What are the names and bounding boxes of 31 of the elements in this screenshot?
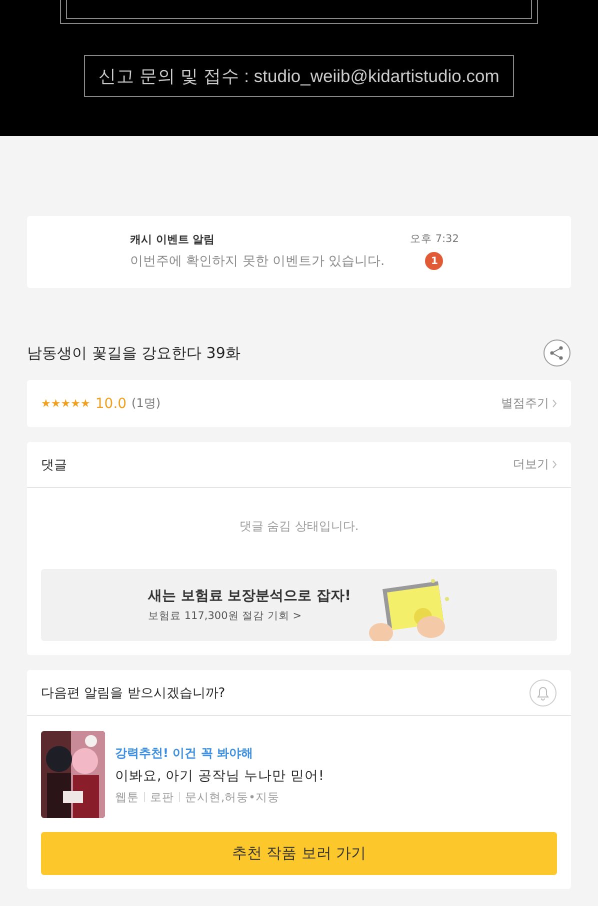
alert-question: 다음편 알림을 받으시겠습니까? xyxy=(41,684,226,702)
rating-score: 10.0 xyxy=(95,396,127,412)
notification-title: 캐시 이벤트 알림 xyxy=(130,232,216,247)
chevron-icon xyxy=(552,399,557,408)
share-icon[interactable] xyxy=(543,339,571,367)
star-icon: ★ xyxy=(70,397,80,410)
recommendation-title[interactable]: 이봐요, 아기 공작님 누나만 믿어! xyxy=(115,766,324,784)
ad-banner[interactable]: 새는 보험료 보장분석으로 잡자! 보험료 117,300원 절감 기회 > xyxy=(41,569,557,641)
episode-title: 남동생이 꽃길을 강요한다 39화 xyxy=(27,344,240,362)
star-icon: ★ xyxy=(41,397,51,410)
star-icon: ★ xyxy=(50,397,61,410)
recommendation-meta: 웹툰 xyxy=(115,790,139,804)
star-icon: ★ xyxy=(60,397,71,410)
contact-notice: 신고 문의 및 접수 : studio_weiib@kidartistudio.com xyxy=(84,55,514,97)
notification-time: 오후 7:32 xyxy=(410,232,459,246)
rate-link[interactable]: 별점주기 xyxy=(501,395,557,412)
star-icon: ★ xyxy=(80,397,90,410)
recommendation-meta: 로판 xyxy=(150,790,174,804)
recommendation-meta: 문시현,허둥•지둥 xyxy=(185,790,280,804)
notification-card[interactable]: 캐시 이벤트 알림 이번주에 확인하지 못한 이벤트가 있습니다. 오후 7:32 1 xyxy=(27,216,571,288)
chevron-icon xyxy=(552,460,557,469)
more-link[interactable]: 더보기 xyxy=(513,456,557,473)
recommendation-button[interactable]: 추천 작품 보러 가기 xyxy=(41,832,557,875)
ad-headline: 새는 보험료 보장분석으로 잡자! xyxy=(148,587,348,605)
comments-hidden-notice: 댓글 숨김 상태입니다. xyxy=(238,518,360,535)
rating-count: (1명) xyxy=(132,395,161,412)
ad-subline: 보험료 117,300원 절감 기회 > xyxy=(148,609,303,623)
notification-message: 이번주에 확인하지 못한 이벤트가 있습니다. xyxy=(130,253,386,270)
comments-title: 댓글 xyxy=(41,456,67,474)
unread-badge: 1 xyxy=(425,252,444,270)
recommendation-tagline: 강력추천! 이건 꼭 봐야해 xyxy=(115,744,254,762)
